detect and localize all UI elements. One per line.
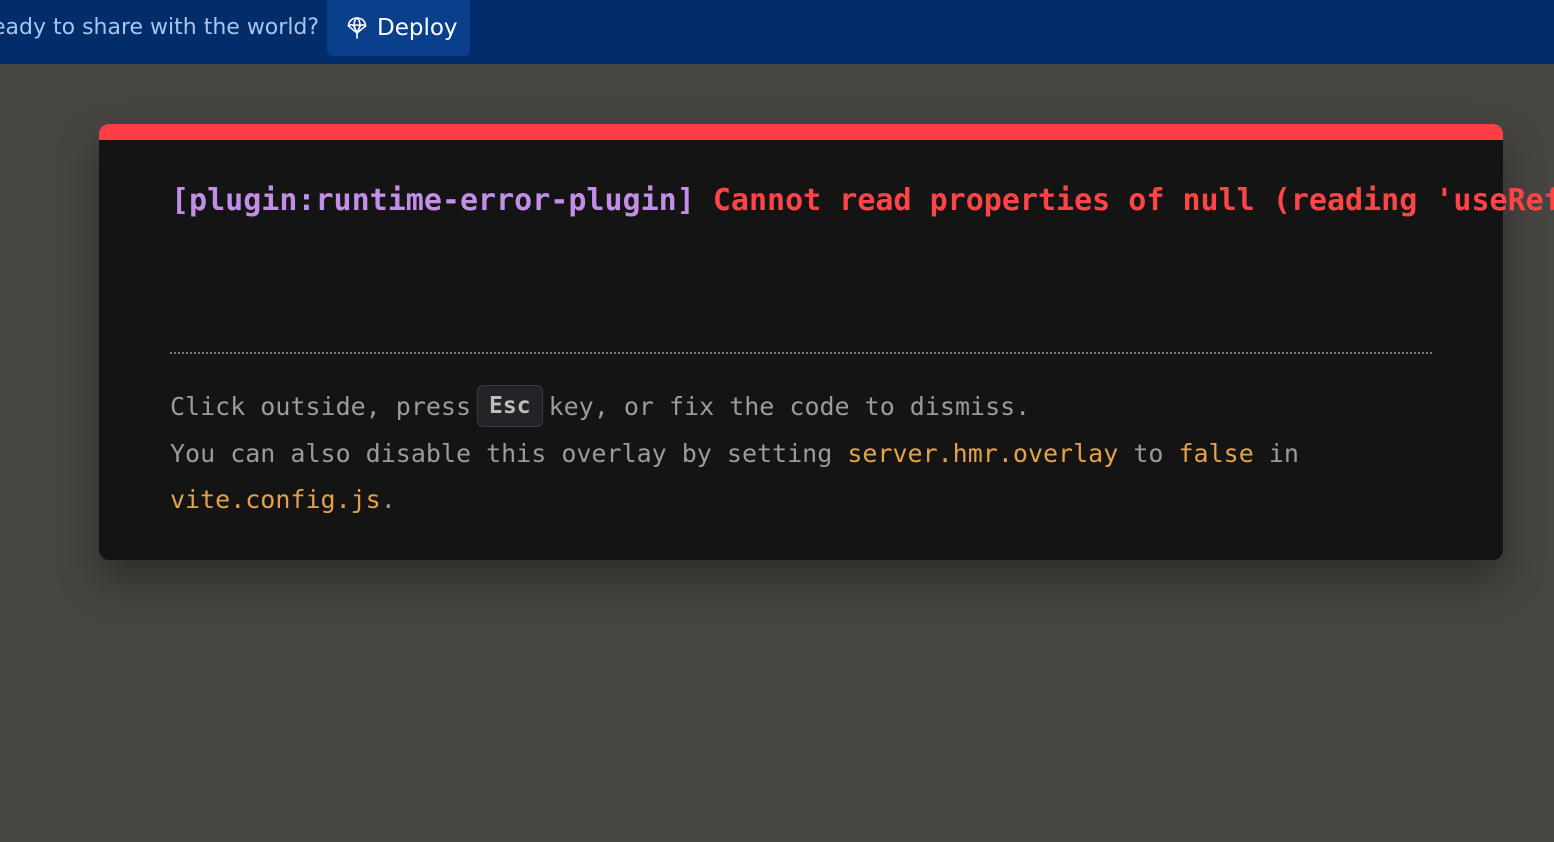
tip-text: in <box>1268 439 1299 468</box>
share-prompt-text: eady to share with the world? <box>0 15 320 40</box>
top-banner: eady to share with the world? Deploy <box>0 0 1554 64</box>
tip-text: Click outside, press <box>170 392 472 421</box>
error-text: Cannot read properties of null (reading … <box>712 183 1554 218</box>
tip-line-3: vite.config.js. <box>170 477 1410 523</box>
false-code: false <box>1178 439 1254 468</box>
tip-line-2: You can also disable this overlay by set… <box>170 431 1410 477</box>
dismiss-tip: Click outside, press Esc key, or fix the c… <box>170 384 1410 523</box>
config-key-code: server.hmr.overlay <box>847 439 1119 468</box>
tip-end: . <box>380 485 396 514</box>
error-overlay-card: [plugin:runtime-error-plugin] Cannot rea… <box>99 124 1554 560</box>
tip-text: key, or fix the code to dismiss. <box>548 392 1031 421</box>
config-file-code: vite.config.js <box>170 485 381 514</box>
divider <box>170 352 1432 354</box>
esc-key: Esc <box>477 385 543 427</box>
parachute-icon <box>347 17 367 39</box>
deploy-label: Deploy <box>377 15 458 41</box>
plugin-name: [plugin:runtime-error-plugin] <box>171 183 695 218</box>
tip-text: to <box>1133 439 1164 468</box>
tip-text: You can also disable this overlay by set… <box>170 439 833 468</box>
tip-line-1: Click outside, press Esc key, or fix the c… <box>170 384 1410 431</box>
error-message: [plugin:runtime-error-plugin] Cannot rea… <box>171 180 1554 222</box>
deploy-button[interactable]: Deploy <box>327 0 470 56</box>
